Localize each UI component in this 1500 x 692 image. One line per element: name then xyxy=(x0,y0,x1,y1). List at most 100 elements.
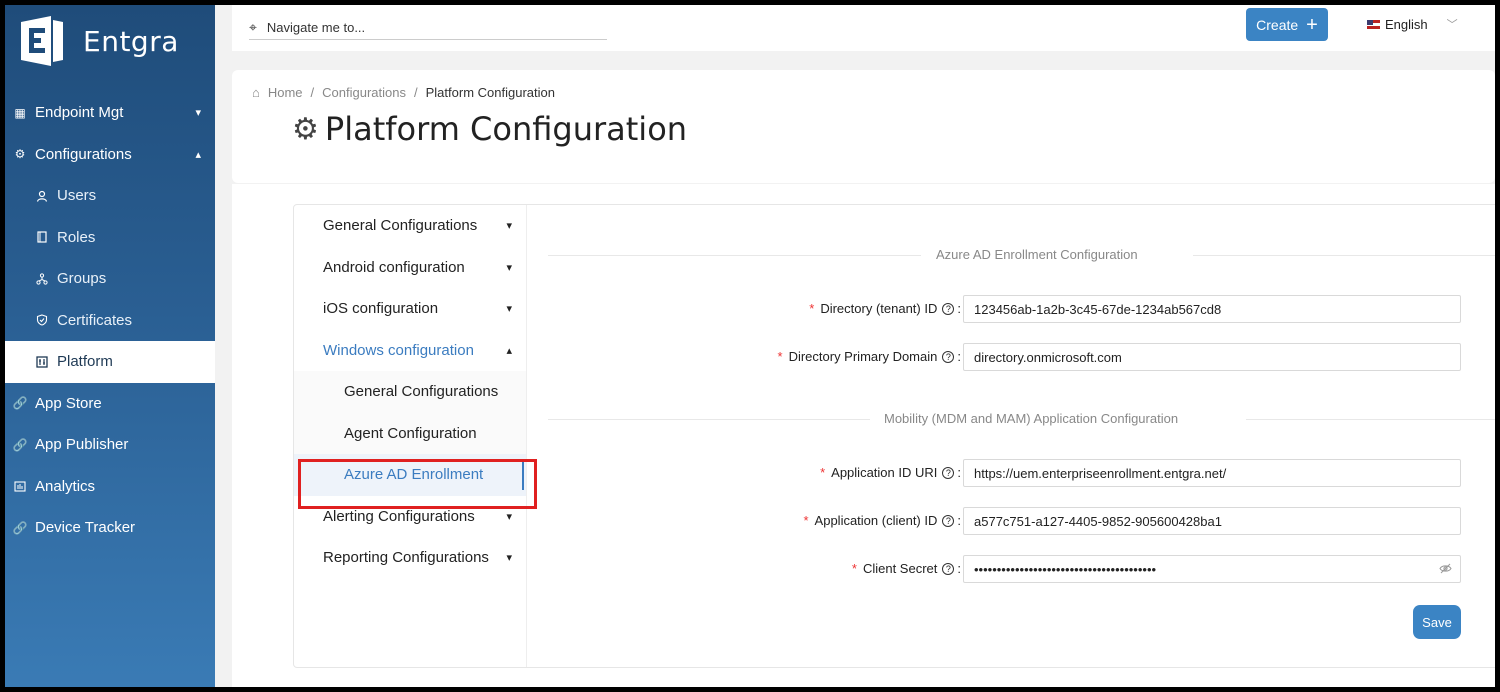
app-frame: Entgra ▦ Endpoint Mgt ▾ ⚙ Configurations… xyxy=(5,5,1495,687)
field-label-text: Directory Primary Domain xyxy=(788,349,938,364)
sidebar-item-app-publisher[interactable]: 🔗 App Publisher xyxy=(5,424,215,466)
menu-item-windows-configuration[interactable]: Windows configuration ▴ xyxy=(294,330,526,372)
sidebar-item-certificates[interactable]: Certificates xyxy=(5,300,215,342)
field-directory-primary-domain: * Directory Primary Domain ?: directory.… xyxy=(548,343,1495,371)
breadcrumb: ⌂ Home / Configurations / Platform Confi… xyxy=(252,85,555,100)
shield-icon xyxy=(35,313,49,327)
application-client-id-input[interactable]: a577c751-a127-4405-9852-905600428ba1 xyxy=(963,507,1461,535)
menu-item-windows-general-configurations[interactable]: General Configurations xyxy=(294,371,526,413)
eye-hidden-icon[interactable] xyxy=(1439,562,1452,577)
help-icon[interactable]: ? xyxy=(942,562,955,575)
input-value: a577c751-a127-4405-9852-905600428ba1 xyxy=(974,513,1222,529)
input-value: https://uem.enterpriseenrollment.entgra.… xyxy=(974,465,1227,481)
chevron-down-icon: ▾ xyxy=(506,220,512,233)
link-icon: 🔗 xyxy=(12,520,28,535)
sidebar-item-device-tracker[interactable]: 🔗 Device Tracker xyxy=(5,507,215,549)
home-icon: ⌂ xyxy=(252,85,260,100)
chevron-up-icon: ▴ xyxy=(195,148,201,161)
field-label-text: Client Secret xyxy=(862,561,938,576)
breadcrumb-separator: / xyxy=(414,85,418,100)
directory-primary-domain-input[interactable]: directory.onmicrosoft.com xyxy=(963,343,1461,371)
menu-item-alerting-configurations[interactable]: Alerting Configurations ▾ xyxy=(294,496,526,538)
sidebar-item-analytics[interactable]: Analytics xyxy=(5,466,215,508)
sidebar-item-groups[interactable]: Groups xyxy=(5,258,215,300)
brand-name: Entgra xyxy=(83,24,179,58)
sidebar: Entgra ▦ Endpoint Mgt ▾ ⚙ Configurations… xyxy=(5,5,215,687)
sidebar-item-label: Endpoint Mgt xyxy=(35,104,124,122)
menu-item-label: Alerting Configurations xyxy=(323,507,475,525)
menu-item-reporting-configurations[interactable]: Reporting Configurations ▾ xyxy=(294,537,526,579)
sidebar-item-label: Configurations xyxy=(35,145,132,163)
field-label: * Application ID URI ?: xyxy=(820,465,961,480)
required-marker: * xyxy=(809,301,815,316)
field-label: * Client Secret ?: xyxy=(851,561,961,576)
breadcrumb-current: Platform Configuration xyxy=(425,85,555,100)
sidebar-item-users[interactable]: Users xyxy=(5,175,215,217)
us-flag-icon xyxy=(1367,19,1380,29)
sidebar-item-label: Roles xyxy=(57,228,96,246)
sidebar-item-label: Device Tracker xyxy=(35,519,136,537)
application-id-uri-input[interactable]: https://uem.enterpriseenrollment.entgra.… xyxy=(963,459,1461,487)
sidebar-item-platform[interactable]: Platform xyxy=(5,341,215,383)
crosshair-icon: ⌖ xyxy=(249,19,257,35)
required-marker: * xyxy=(777,349,783,364)
save-button[interactable]: Save xyxy=(1413,605,1461,639)
help-icon[interactable]: ? xyxy=(942,350,955,363)
menu-item-label: Reporting Configurations xyxy=(323,549,489,567)
menu-item-label: Azure AD Enrollment xyxy=(344,466,484,484)
sidebar-item-app-store[interactable]: 🔗 App Store xyxy=(5,383,215,425)
config-menu: General Configurations ▾ Android configu… xyxy=(294,205,537,667)
field-application-id-uri: * Application ID URI ?: https://uem.ente… xyxy=(548,459,1495,487)
breadcrumb-home[interactable]: Home xyxy=(268,85,303,100)
input-value: directory.onmicrosoft.com xyxy=(974,349,1122,365)
required-marker: * xyxy=(851,561,857,576)
link-icon: 🔗 xyxy=(12,437,28,452)
breadcrumb-separator: / xyxy=(310,85,315,100)
sidebar-item-label: Platform xyxy=(57,353,113,371)
help-icon[interactable]: ? xyxy=(942,302,955,315)
page-header: ⌂ Home / Configurations / Platform Confi… xyxy=(232,70,1495,183)
field-label: * Directory Primary Domain ?: xyxy=(777,349,962,364)
field-label: * Directory (tenant) ID ?: xyxy=(809,301,961,316)
menu-item-general-configurations[interactable]: General Configurations ▾ xyxy=(294,205,526,247)
sidebar-item-configurations[interactable]: ⚙ Configurations ▴ xyxy=(5,134,215,176)
chevron-down-icon: ▾ xyxy=(506,510,512,523)
section-divider: Mobility (MDM and MAM) Application Confi… xyxy=(548,411,1495,426)
topbar: ⌖ Navigate me to... Create + English ﹀ xyxy=(232,5,1495,51)
page-title-text: Platform Configuration xyxy=(324,110,688,148)
create-button[interactable]: Create + xyxy=(1246,8,1328,41)
sidebar-item-roles[interactable]: Roles xyxy=(5,217,215,259)
menu-item-android-configuration[interactable]: Android configuration ▾ xyxy=(294,247,526,289)
navigate-search-input[interactable]: ⌖ Navigate me to... xyxy=(249,16,607,40)
input-value: 123456ab-1a2b-3c45-67de-1234ab567cd8 xyxy=(974,301,1222,317)
help-icon[interactable]: ? xyxy=(942,466,955,479)
section-title-azure: Azure AD Enrollment Configuration xyxy=(936,247,1138,262)
menu-item-azure-ad-enrollment[interactable]: Azure AD Enrollment xyxy=(294,454,526,496)
plus-icon: + xyxy=(1306,13,1318,36)
breadcrumb-configurations[interactable]: Configurations xyxy=(322,85,406,100)
cluster-icon xyxy=(35,272,49,286)
gear-icon: ⚙ xyxy=(292,111,319,147)
sidebar-item-label: Users xyxy=(57,187,97,205)
menu-item-ios-configuration[interactable]: iOS configuration ▾ xyxy=(294,288,526,330)
book-icon xyxy=(35,230,49,244)
sidebar-item-endpoint-mgt[interactable]: ▦ Endpoint Mgt ▾ xyxy=(5,92,215,134)
windows-submenu: General Configurations Agent Configurati… xyxy=(294,371,526,496)
search-placeholder: Navigate me to... xyxy=(266,20,366,35)
logo[interactable]: Entgra xyxy=(15,13,179,69)
directory-tenant-id-input[interactable]: 123456ab-1a2b-3c45-67de-1234ab567cd8 xyxy=(963,295,1461,323)
azure-ad-form: Azure AD Enrollment Configuration * Dire… xyxy=(548,205,1495,667)
input-value: •••••••••••••••••••••••••••••••••••••••• xyxy=(974,561,1157,577)
help-icon[interactable]: ? xyxy=(942,514,955,527)
create-label: Create xyxy=(1256,16,1299,33)
language-selector[interactable]: English ﹀ xyxy=(1367,16,1458,32)
gear-icon: ⚙ xyxy=(14,147,26,162)
menu-item-label: Android configuration xyxy=(323,258,465,276)
client-secret-input[interactable]: •••••••••••••••••••••••••••••••••••••••• xyxy=(963,555,1461,583)
chevron-down-icon: ﹀ xyxy=(1446,19,1458,31)
language-label: English xyxy=(1385,16,1428,32)
sidebar-item-label: App Publisher xyxy=(35,436,129,454)
field-label-text: Directory (tenant) ID xyxy=(820,301,938,316)
config-card: General Configurations ▾ Android configu… xyxy=(293,204,1495,668)
menu-item-agent-configuration[interactable]: Agent Configuration xyxy=(294,413,526,455)
